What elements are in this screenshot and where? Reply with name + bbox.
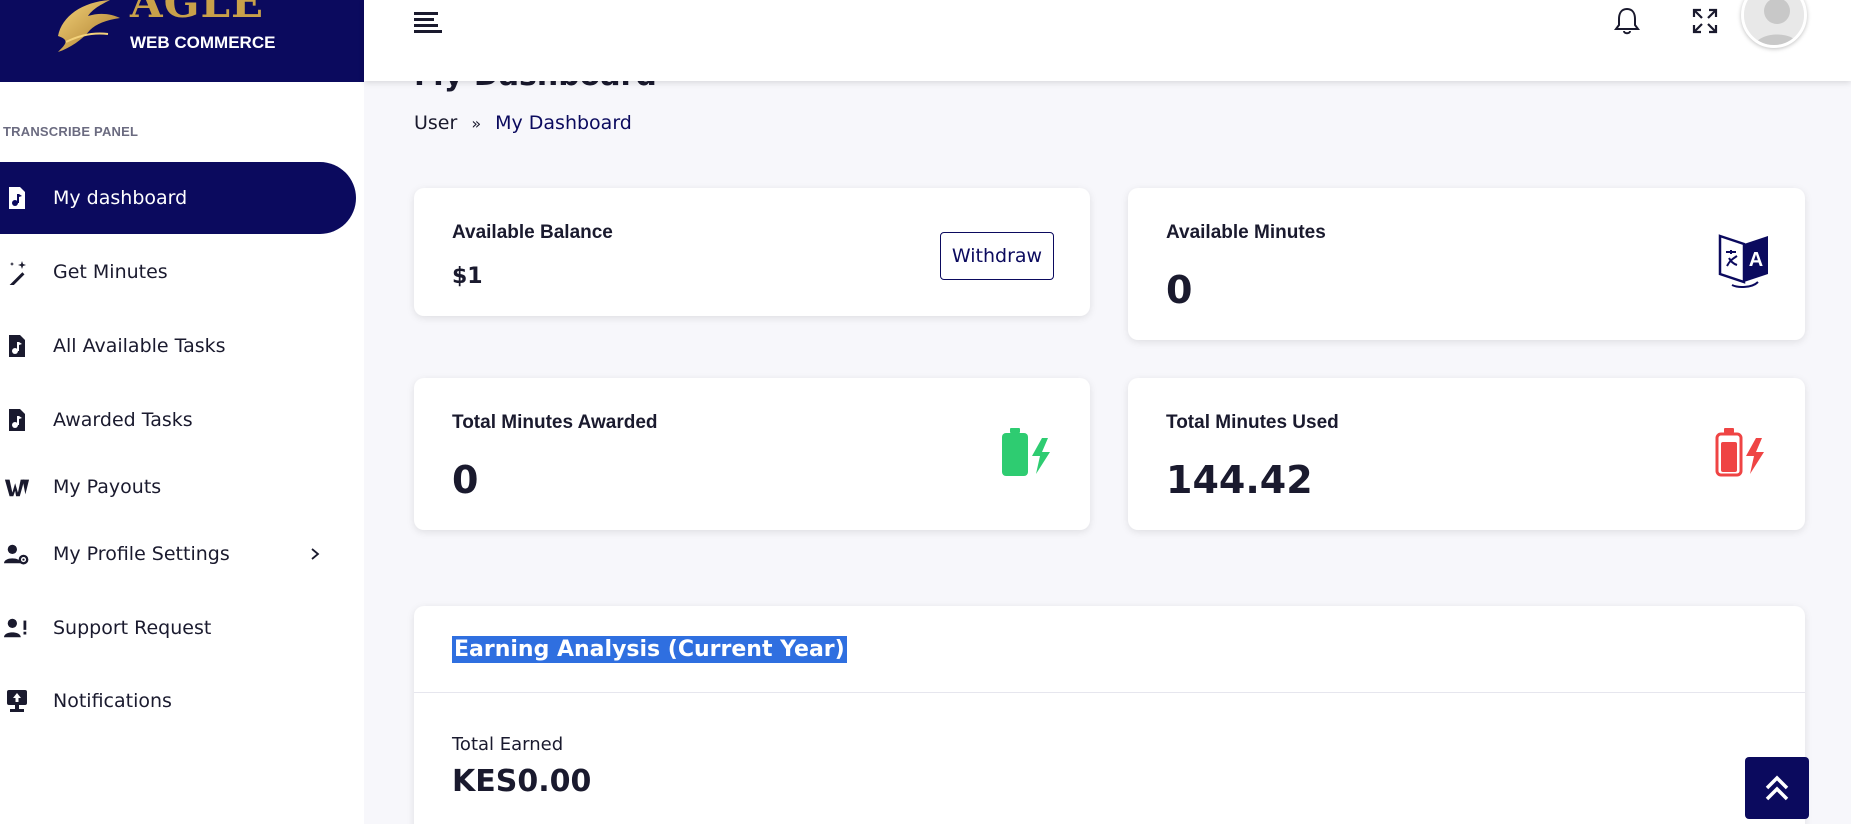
audio-file-icon <box>4 407 30 433</box>
double-chevron-up-icon <box>1765 775 1789 801</box>
sidebar-item-my-profile-settings[interactable]: My Profile Settings <box>0 518 356 590</box>
sidebar-item-label: Get Minutes <box>53 261 168 283</box>
battery-charging-icon <box>1002 428 1050 476</box>
breadcrumb: User » My Dashboard <box>414 112 632 134</box>
breadcrumb-root[interactable]: User <box>414 112 457 134</box>
svg-text:A: A <box>1749 249 1763 271</box>
available-minutes-card: Available Minutes 0 A <box>1128 188 1805 340</box>
total-minutes-used-value: 144.42 <box>1166 458 1313 502</box>
eagle-logo-icon <box>58 0 120 52</box>
withdraw-button[interactable]: Withdraw <box>940 232 1054 280</box>
earning-analysis-card: Earning Analysis (Current Year) Total Ea… <box>414 606 1805 824</box>
card-title: Available Balance <box>452 222 613 243</box>
card-title: Total Minutes Awarded <box>452 412 658 433</box>
bell-icon[interactable] <box>1612 6 1642 36</box>
brand-subtitle: WEB COMMERCE <box>130 33 276 52</box>
sidebar-item-notifications[interactable]: Notifications <box>0 665 356 737</box>
sidebar-item-my-dashboard[interactable]: My dashboard <box>0 162 356 234</box>
sidebar-item-awarded-tasks[interactable]: Awarded Tasks <box>0 384 356 456</box>
battery-low-icon <box>1715 428 1764 477</box>
user-gear-icon <box>4 541 30 567</box>
user-alert-icon <box>4 615 30 641</box>
breadcrumb-current[interactable]: My Dashboard <box>495 112 632 134</box>
sidebar-item-label: Support Request <box>53 617 212 639</box>
total-minutes-awarded-card: Total Minutes Awarded 0 <box>414 378 1090 530</box>
expand-icon[interactable] <box>1692 8 1718 34</box>
available-minutes-value: 0 <box>1166 268 1193 312</box>
breadcrumb-separator: » <box>471 113 482 133</box>
sidebar-item-label: All Available Tasks <box>53 335 226 357</box>
sidebar: AGLE WEB COMMERCE TRANSCRIBE PANEL My da… <box>0 0 364 824</box>
magic-wand-icon <box>4 259 30 285</box>
sidebar-item-label: My Profile Settings <box>53 543 230 565</box>
sidebar-item-my-payouts[interactable]: My Payouts <box>0 451 356 523</box>
scroll-to-top-button[interactable] <box>1745 757 1809 819</box>
brand-wordmark: AGLE <box>130 0 264 27</box>
translate-icon: A <box>1718 234 1768 288</box>
available-balance-value: $1 <box>452 264 483 289</box>
upload-screen-icon <box>4 688 30 714</box>
sidebar-item-label: My dashboard <box>53 187 188 209</box>
wallet-icon <box>4 474 30 500</box>
divider <box>414 692 1805 693</box>
audio-file-icon <box>4 333 30 359</box>
sidebar-item-label: Notifications <box>53 690 172 712</box>
brand-logo[interactable]: AGLE WEB COMMERCE <box>0 0 364 82</box>
sidebar-item-label: Awarded Tasks <box>53 409 193 431</box>
earning-analysis-title: Earning Analysis (Current Year) <box>452 636 847 663</box>
chevron-right-icon <box>311 548 320 560</box>
total-earned-label: Total Earned <box>452 734 564 755</box>
available-balance-card: Available Balance $1 Withdraw <box>414 188 1090 316</box>
audio-file-icon <box>4 185 30 211</box>
total-minutes-awarded-value: 0 <box>452 458 479 502</box>
avatar[interactable] <box>1741 0 1807 48</box>
sidebar-item-get-minutes[interactable]: Get Minutes <box>0 236 356 308</box>
top-navbar <box>364 0 1851 81</box>
card-title: Total Minutes Used <box>1166 412 1339 433</box>
sidebar-item-label: My Payouts <box>53 476 162 498</box>
sidebar-item-all-available-tasks[interactable]: All Available Tasks <box>0 310 356 382</box>
sidebar-section-label: TRANSCRIBE PANEL <box>3 124 139 139</box>
total-minutes-used-card: Total Minutes Used 144.42 <box>1128 378 1805 530</box>
menu-icon[interactable] <box>414 10 444 36</box>
card-title: Available Minutes <box>1166 222 1326 243</box>
sidebar-item-support-request[interactable]: Support Request <box>0 592 356 664</box>
total-earned-value: KES0.00 <box>452 764 592 799</box>
